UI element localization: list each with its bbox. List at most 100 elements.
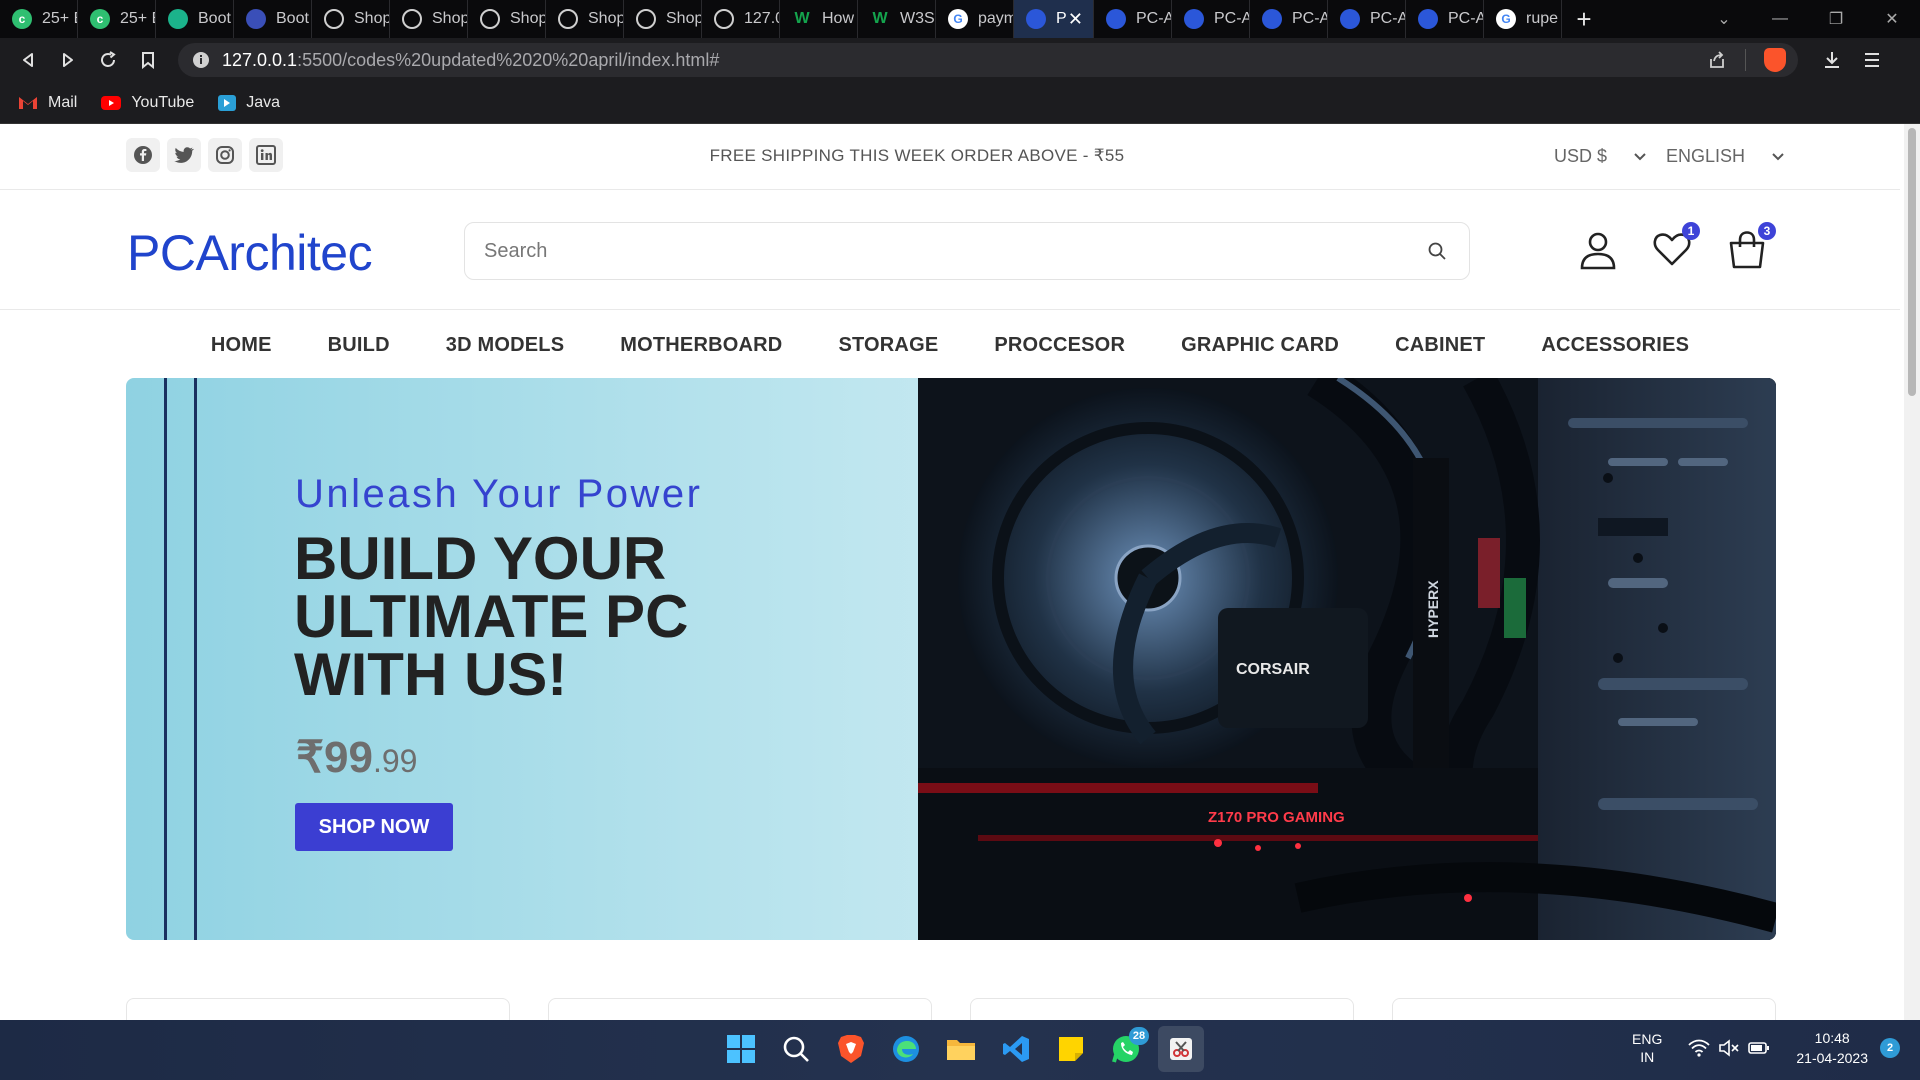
nav-accessories[interactable]: ACCESSORIES <box>1541 334 1689 357</box>
browser-tab[interactable]: Shop <box>468 0 546 38</box>
bookmark-mail[interactable]: Mail <box>18 94 77 112</box>
globe-icon <box>480 9 500 29</box>
price-main: ₹99 <box>296 733 373 782</box>
new-tab-button[interactable]: + <box>1562 0 1606 38</box>
decorative-line <box>164 378 167 940</box>
browser-tab-label: 25+ E <box>42 10 77 27</box>
close-window-button[interactable]: ✕ <box>1864 0 1920 38</box>
minimize-button[interactable]: — <box>1752 0 1808 38</box>
browser-tab[interactable]: PC-A <box>1328 0 1406 38</box>
browser-tab[interactable]: c 25+ E <box>78 0 156 38</box>
account-button[interactable] <box>1578 230 1618 275</box>
browser-tab[interactable]: Gpaym <box>936 0 1014 38</box>
taskbar-brave[interactable] <box>828 1026 874 1072</box>
hamburger-icon <box>1865 53 1879 67</box>
w-icon: W <box>794 10 810 27</box>
nav-motherboard[interactable]: MOTHERBOARD <box>620 334 782 357</box>
nav-3d-models[interactable]: 3D MODELS <box>446 334 564 357</box>
start-button[interactable] <box>718 1026 764 1072</box>
currency-select[interactable]: USD $ <box>1554 146 1647 167</box>
windows-icon <box>727 1035 755 1063</box>
browser-tab[interactable]: PC-A <box>1250 0 1328 38</box>
nav-home[interactable]: HOME <box>211 334 272 357</box>
input-language[interactable]: ENG IN <box>1632 1030 1662 1066</box>
product-card[interactable] <box>126 998 510 1020</box>
taskbar-search[interactable] <box>773 1026 819 1072</box>
bookmark-label: Mail <box>48 93 78 111</box>
browser-tab[interactable]: Shop <box>390 0 468 38</box>
taskbar-sticky-notes[interactable] <box>1048 1026 1094 1072</box>
bookmark-youtube[interactable]: YouTube <box>101 94 194 112</box>
search-input[interactable] <box>484 239 1384 263</box>
brave-shield-icon[interactable] <box>1764 48 1786 72</box>
taskbar-vscode[interactable] <box>993 1026 1039 1072</box>
pc-icon <box>1106 9 1126 29</box>
taskbar-snipping-tool[interactable] <box>1158 1026 1204 1072</box>
shop-now-button[interactable]: SHOP NOW <box>295 803 453 851</box>
globe-icon <box>402 9 422 29</box>
wishlist-button[interactable]: 1 <box>1652 222 1700 273</box>
nav-cabinet[interactable]: CABINET <box>1395 334 1485 357</box>
bookmark-java[interactable]: Java <box>218 94 280 112</box>
main-header: PCArchitec 1 3 <box>0 190 1900 310</box>
search-icon[interactable] <box>1427 241 1447 261</box>
product-card[interactable] <box>548 998 932 1020</box>
browser-tab[interactable]: PC-A <box>1094 0 1172 38</box>
forward-button[interactable] <box>48 40 88 80</box>
restore-button[interactable]: ❐ <box>1808 0 1864 38</box>
notification-badge[interactable]: 2 <box>1880 1038 1900 1058</box>
browser-tab[interactable]: PC-A <box>1406 0 1484 38</box>
browser-tab[interactable]: c 25+ E <box>0 0 78 38</box>
browser-tab-label: Shop <box>666 10 702 27</box>
browser-tab-label: PC-A <box>1292 10 1328 27</box>
browser-tab[interactable]: 127.0 <box>702 0 780 38</box>
globe-icon <box>558 9 578 29</box>
browser-tab[interactable]: P ✕ <box>1014 0 1094 38</box>
browser-tab[interactable]: W How <box>780 0 858 38</box>
battery-icon[interactable] <box>1748 1041 1770 1055</box>
bookmark-label: YouTube <box>131 93 195 111</box>
bookmarks-bar: Mail YouTube Java <box>0 82 1920 124</box>
back-button[interactable] <box>8 40 48 80</box>
reload-button[interactable] <box>88 40 128 80</box>
product-card[interactable] <box>1392 998 1776 1020</box>
nav-build[interactable]: BUILD <box>328 334 390 357</box>
cart-button[interactable]: 3 <box>1726 222 1776 275</box>
nav-graphic-card[interactable]: GRAPHIC CARD <box>1181 334 1339 357</box>
bookmark-button[interactable] <box>128 40 168 80</box>
nav-storage[interactable]: STORAGE <box>838 334 938 357</box>
browser-tab[interactable]: PC-A <box>1172 0 1250 38</box>
taskbar-whatsapp[interactable]: 28 <box>1103 1026 1149 1072</box>
site-logo[interactable]: PCArchitec <box>127 224 373 282</box>
browser-tab[interactable]: Boot <box>156 0 234 38</box>
wifi-icon[interactable] <box>1688 1039 1711 1057</box>
product-card[interactable] <box>970 998 1354 1020</box>
nav-processor[interactable]: PROCCESOR <box>994 334 1125 357</box>
tab-search-button[interactable]: ⌄ <box>1696 0 1752 38</box>
browser-tab[interactable]: Boot <box>234 0 312 38</box>
close-tab-icon[interactable]: ✕ <box>1068 9 1083 30</box>
clock[interactable]: 10:48 21-04-2023 <box>1796 1028 1868 1068</box>
address-bar[interactable]: 127.0.0.1 :5500/codes%20updated%2020%20a… <box>178 43 1798 77</box>
taskbar-edge[interactable] <box>883 1026 929 1072</box>
browser-tab-label: PC-A <box>1214 10 1250 27</box>
menu-button[interactable] <box>1852 40 1892 80</box>
browser-tab[interactable]: Shop <box>546 0 624 38</box>
browser-tab-label: PC-A <box>1448 10 1484 27</box>
language-select[interactable]: ENGLISH <box>1666 146 1785 167</box>
browser-tab[interactable]: Grupe <box>1484 0 1562 38</box>
taskbar-file-explorer[interactable] <box>938 1026 984 1072</box>
volume-muted-icon[interactable] <box>1718 1039 1740 1057</box>
download-button[interactable] <box>1812 40 1852 80</box>
scrollbar-thumb[interactable] <box>1908 128 1916 396</box>
url-host: 127.0.0.1 <box>222 49 298 70</box>
browser-tab[interactable]: W W3S <box>858 0 936 38</box>
share-icon[interactable] <box>1707 50 1727 70</box>
browser-tab[interactable]: Shop <box>624 0 702 38</box>
page-scrollbar[interactable] <box>1904 124 1920 1020</box>
main-navigation: HOME BUILD 3D MODELS MOTHERBOARD STORAGE… <box>0 310 1900 380</box>
gmail-icon <box>19 97 37 109</box>
z170-label: Z170 PRO GAMING <box>1208 809 1345 826</box>
browser-tab[interactable]: Shop <box>312 0 390 38</box>
chevron-down-icon <box>1772 152 1784 160</box>
